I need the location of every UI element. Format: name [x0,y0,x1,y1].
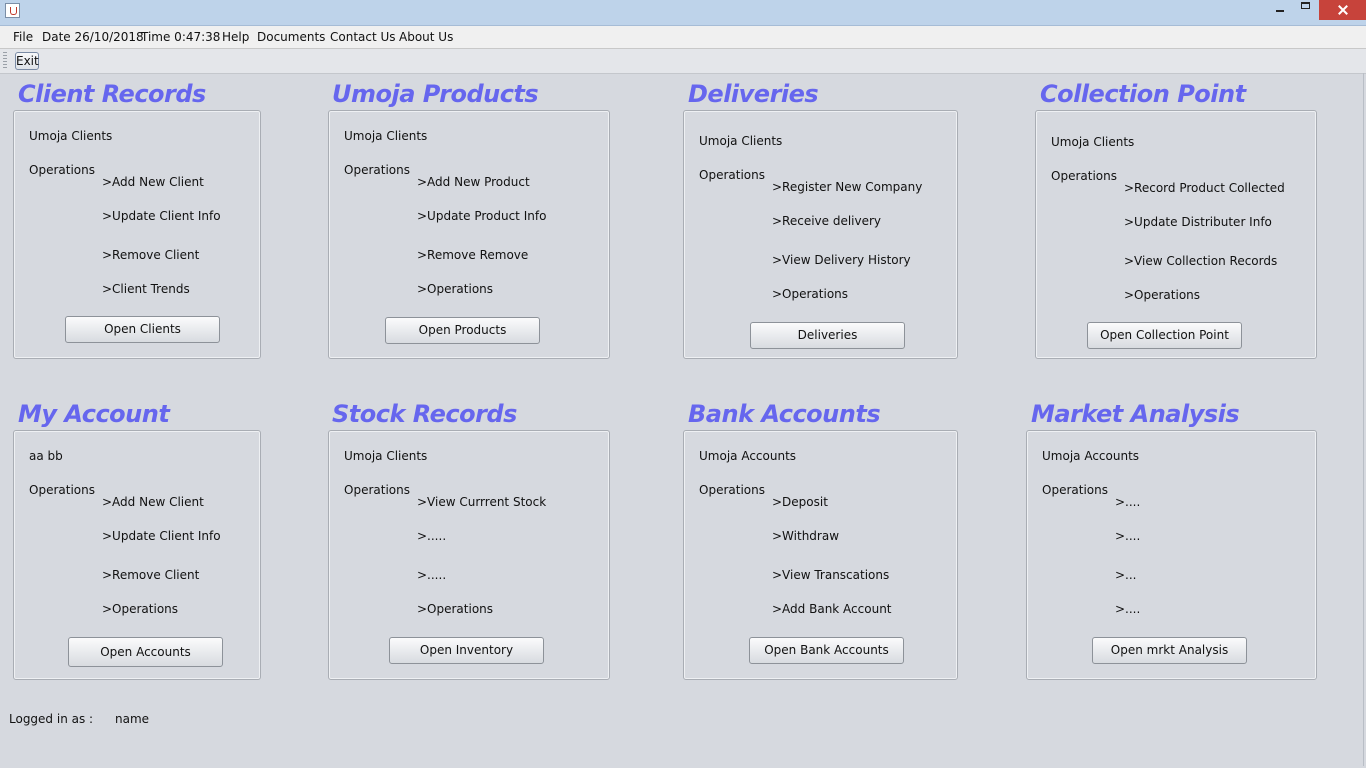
panel-header: Umoja Accounts [1042,449,1140,463]
operation-item[interactable]: >Deposit [772,495,828,509]
section-title-client-records: Client Records [18,80,206,108]
operation-item[interactable]: >.... [1115,495,1140,509]
toolbar-grip-icon[interactable] [3,52,7,70]
operation-item[interactable]: >Register New Company [772,180,922,194]
menu-contact-us[interactable]: Contact Us [330,30,396,44]
section-title-stock-records: Stock Records [332,400,517,428]
operation-item[interactable]: >..... [417,568,446,582]
toolbar: Exit [0,49,1366,74]
operation-item[interactable]: >Withdraw [772,529,839,543]
operation-item[interactable]: >Operations [417,282,493,296]
operation-item[interactable]: >View Transcations [772,568,889,582]
menu-documents[interactable]: Documents [257,30,325,44]
open-collection-point-button[interactable]: Open Collection Point [1087,322,1242,349]
deliveries-panel: Umoja Clients Operations >Register New C… [683,110,958,359]
operation-item[interactable]: >Update Distributer Info [1124,215,1272,229]
operations-label: Operations [29,163,95,177]
open-products-button[interactable]: Open Products [385,317,540,344]
my-account-panel: aa bb Operations >Add New Client >Update… [13,430,261,680]
operation-item[interactable]: >Remove Remove [417,248,528,262]
section-title-deliveries: Deliveries [688,80,819,108]
open-clients-button[interactable]: Open Clients [65,316,220,343]
operations-label: Operations [699,168,765,182]
operation-item[interactable]: >... [1115,568,1137,582]
window-titlebar [0,0,1366,26]
open-bank-accounts-button[interactable]: Open Bank Accounts [749,637,904,664]
operation-item[interactable]: >Operations [772,287,848,301]
menu-help[interactable]: Help [222,30,249,44]
operation-item[interactable]: >Receive delivery [772,214,881,228]
open-inventory-button[interactable]: Open Inventory [389,637,544,664]
section-title-collection-point: Collection Point [1040,80,1246,108]
section-title-my-account: My Account [18,400,170,428]
operation-item[interactable]: >Add New Product [417,175,530,189]
panel-header: Umoja Clients [1051,135,1135,149]
operation-item[interactable]: >Add Bank Account [772,602,892,616]
menu-bar: File Date 26/10/2018 Time 0:47:38 Help D… [0,26,1366,49]
umoja-products-panel: Umoja Clients Operations >Add New Produc… [328,110,610,359]
operation-item[interactable]: >Record Product Collected [1124,181,1285,195]
operation-item[interactable]: >.... [1115,529,1140,543]
panel-header: Umoja Clients [699,134,783,148]
operations-label: Operations [344,483,410,497]
section-title-bank-accounts: Bank Accounts [688,400,881,428]
close-icon[interactable] [1319,0,1366,20]
panel-header: aa bb [29,449,63,463]
menu-about-us[interactable]: About Us [399,30,453,44]
operation-item[interactable]: >.... [1115,602,1140,616]
panel-header: Umoja Clients [29,129,113,143]
exit-button[interactable]: Exit [15,52,39,70]
menu-file[interactable]: File [13,30,33,44]
stock-records-panel: Umoja Clients Operations >View Currrent … [328,430,610,680]
panel-header: Umoja Accounts [699,449,797,463]
logged-in-label: Logged in as : [9,712,94,726]
open-accounts-button[interactable]: Open Accounts [68,637,223,667]
minimize-icon[interactable] [1268,0,1292,20]
maximize-icon[interactable] [1294,0,1318,20]
operation-item[interactable]: >Operations [102,602,178,616]
operations-label: Operations [344,163,410,177]
operation-item[interactable]: >Add New Client [102,495,204,509]
logged-in-user: name [115,712,150,726]
right-divider [1363,73,1364,766]
market-analysis-panel: Umoja Accounts Operations >.... >.... >.… [1026,430,1317,680]
bank-accounts-panel: Umoja Accounts Operations >Deposit >With… [683,430,958,680]
operation-item[interactable]: >Update Client Info [102,209,221,223]
java-app-icon [5,3,20,18]
operation-item[interactable]: >Remove Client [102,248,199,262]
operation-item[interactable]: >Remove Client [102,568,199,582]
section-title-market-analysis: Market Analysis [1031,400,1240,428]
operations-label: Operations [699,483,765,497]
operation-item[interactable]: >Add New Client [102,175,204,189]
panel-header: Umoja Clients [344,129,428,143]
client-records-panel: Umoja Clients Operations >Add New Client… [13,110,261,359]
operation-item[interactable]: >View Collection Records [1124,254,1277,268]
open-market-analysis-button[interactable]: Open mrkt Analysis [1092,637,1247,664]
operation-item[interactable]: >View Currrent Stock [417,495,546,509]
operations-label: Operations [1042,483,1108,497]
operation-item[interactable]: >Operations [1124,288,1200,302]
collection-point-panel: Umoja Clients Operations >Record Product… [1035,110,1317,359]
menu-time[interactable]: Time 0:47:38 [141,30,220,44]
operation-item[interactable]: >Update Client Info [102,529,221,543]
menu-date[interactable]: Date 26/10/2018 [42,30,144,44]
operation-item[interactable]: >..... [417,529,446,543]
panel-header: Umoja Clients [344,449,428,463]
operations-label: Operations [1051,169,1117,183]
operations-label: Operations [29,483,95,497]
operation-item[interactable]: >Client Trends [102,282,190,296]
deliveries-button[interactable]: Deliveries [750,322,905,349]
operation-item[interactable]: >Operations [417,602,493,616]
operation-item[interactable]: >View Delivery History [772,253,911,267]
section-title-umoja-products: Umoja Products [332,80,539,108]
operation-item[interactable]: >Update Product Info [417,209,546,223]
